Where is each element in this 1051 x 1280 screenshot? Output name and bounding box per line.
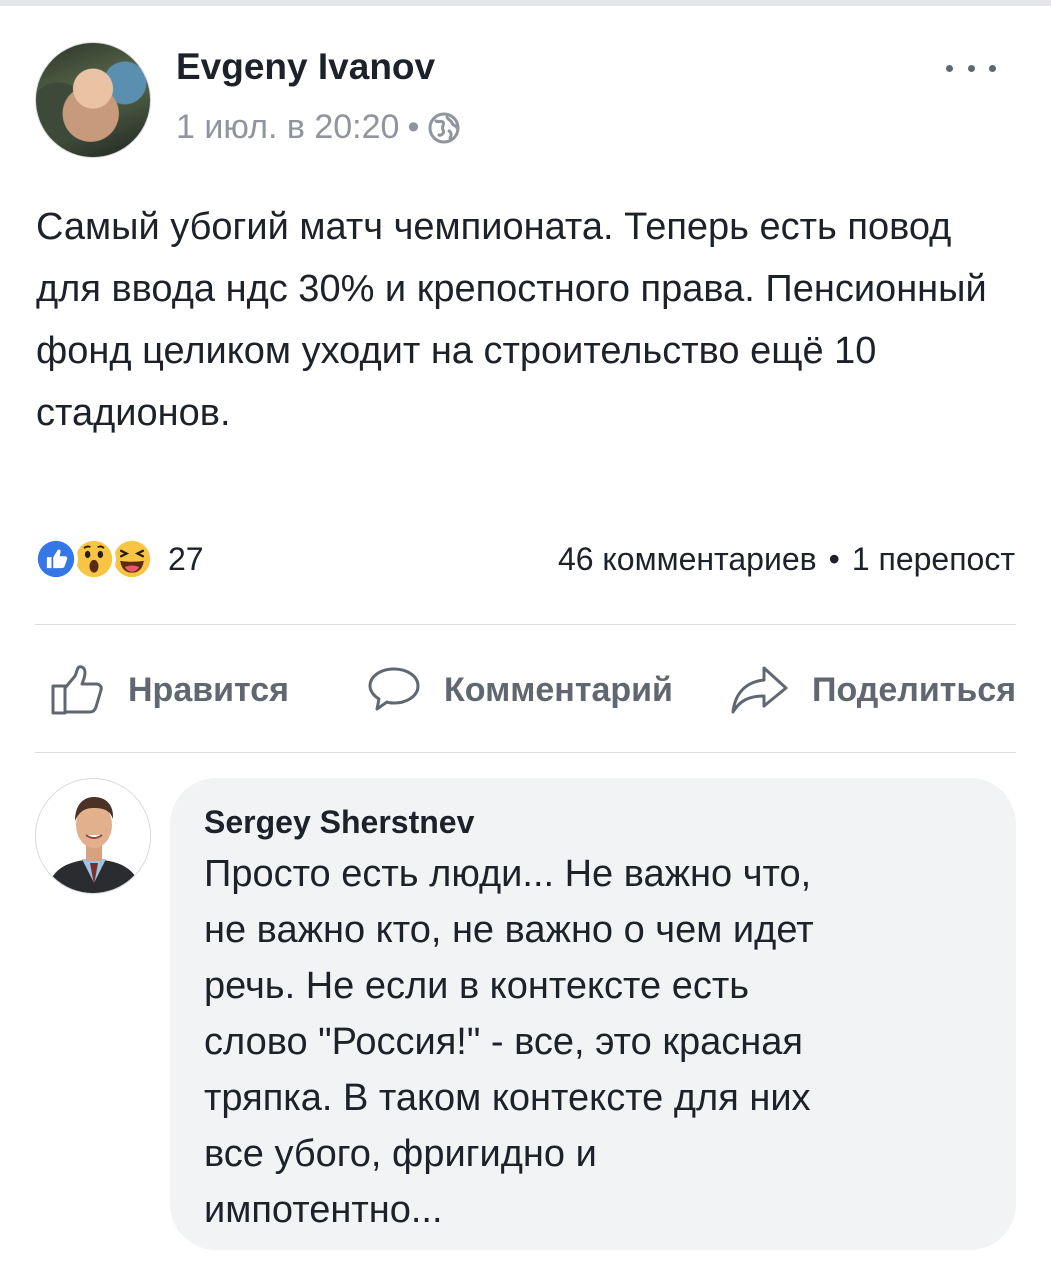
wow-reaction-icon: [72, 537, 116, 581]
thumbs-up-icon: [51, 665, 103, 715]
post-text: Самый убогий матч чемпионата. Теперь ест…: [36, 206, 987, 434]
share-arrow-icon: [731, 666, 788, 714]
like-button[interactable]: Нравится: [50, 655, 289, 725]
divider: [35, 752, 1016, 753]
post-meta: 1 июл. в 20:20 •: [176, 108, 461, 147]
author-avatar[interactable]: [35, 42, 151, 158]
post-timestamp[interactable]: 1 июл. в 20:20: [176, 108, 399, 147]
shares-count[interactable]: 1 перепост: [852, 541, 1015, 578]
globe-icon: [428, 112, 460, 143]
comment-label: Комментарий: [444, 670, 673, 709]
comments-count[interactable]: 46 комментариев: [558, 541, 817, 578]
share-label: Поделиться: [812, 670, 1017, 709]
reaction-count: 27: [168, 540, 204, 577]
comment-text: Просто есть люди... Не важно что, не важ…: [204, 853, 814, 1231]
more-dot: [946, 64, 953, 72]
commenter-avatar[interactable]: [35, 778, 151, 894]
commenter-portrait: [36, 779, 150, 893]
comment-bubble[interactable]: Sergey Sherstnev Просто есть люди... Не …: [170, 778, 1016, 1250]
comment-bubble-icon: [368, 667, 420, 711]
post-stats: 46 комментариев • 1 перепост: [558, 537, 1015, 581]
more-dot: [989, 64, 996, 72]
author-name[interactable]: Evgeny Ivanov: [176, 46, 435, 88]
share-button[interactable]: Поделиться: [730, 655, 1016, 725]
more-options-icon[interactable]: [946, 48, 996, 88]
like-label: Нравится: [128, 670, 289, 709]
haha-reaction-icon: [110, 537, 154, 581]
reactions-summary[interactable]: 27: [34, 537, 204, 581]
like-reaction-icon: [34, 537, 78, 581]
meta-separator: •: [407, 108, 420, 146]
comment-button[interactable]: Комментарий: [366, 655, 673, 725]
stats-separator: •: [828, 540, 840, 577]
more-dot: [967, 64, 975, 72]
top-strip: [0, 0, 1051, 6]
divider: [35, 624, 1016, 625]
commenter-name[interactable]: Sergey Sherstnev: [204, 802, 982, 842]
